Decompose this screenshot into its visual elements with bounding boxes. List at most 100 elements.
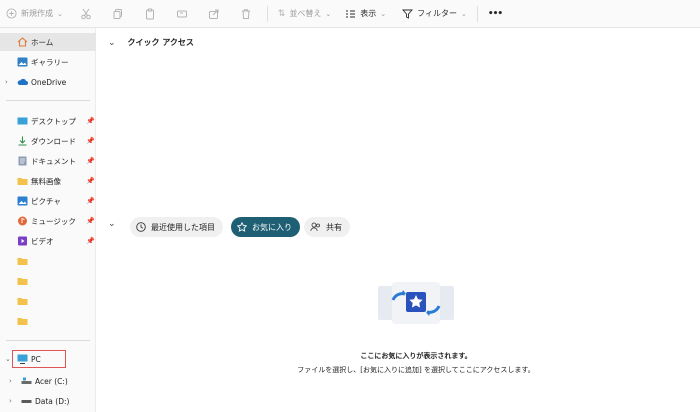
toolbar-divider bbox=[266, 5, 268, 22]
pin-icon[interactable]: 📌 bbox=[86, 157, 95, 165]
sidebar-item-label: ギャラリー bbox=[31, 57, 69, 67]
new-label: 新規作成 bbox=[21, 9, 53, 18]
section-title: クイック アクセス bbox=[127, 38, 194, 47]
sidebar-item-folder[interactable] bbox=[0, 252, 96, 270]
sidebar-item-label: Data (D:) bbox=[35, 396, 70, 406]
tab-favorites[interactable]: お気に入り bbox=[231, 217, 300, 237]
sidebar-item-label: ビデオ bbox=[31, 236, 54, 246]
people-icon bbox=[310, 222, 320, 232]
tab-shared[interactable]: 共有 bbox=[304, 217, 350, 237]
pin-icon[interactable]: 📌 bbox=[86, 117, 95, 125]
sidebar-item-folder[interactable] bbox=[0, 312, 96, 330]
copy-icon[interactable] bbox=[111, 7, 125, 21]
folder-icon bbox=[17, 278, 28, 285]
sidebar-item-label: ドキュメント bbox=[31, 156, 76, 166]
sidebar-item-label: ミュージック bbox=[31, 216, 76, 226]
sidebar-divider bbox=[6, 100, 90, 101]
chevron-down-icon: ⌄ bbox=[380, 9, 387, 18]
sidebar-item-downloads[interactable]: ダウンロード 📌 bbox=[0, 132, 96, 150]
more-icon: ••• bbox=[487, 8, 503, 19]
folder-icon bbox=[17, 258, 28, 265]
delete-icon[interactable] bbox=[239, 7, 253, 21]
sidebar-item-label: ホーム bbox=[31, 37, 54, 47]
sidebar-item-videos[interactable]: ビデオ 📌 bbox=[0, 232, 96, 250]
sidebar-item-free-images[interactable]: 無料画像 📌 bbox=[0, 172, 96, 190]
plus-circle-icon bbox=[6, 8, 17, 19]
sidebar-item-label: デスクトップ bbox=[31, 116, 76, 126]
files-section-toggle[interactable]: ⌄ bbox=[108, 219, 116, 229]
sidebar-item-label: ダウンロード bbox=[31, 136, 76, 146]
sidebar-item-documents[interactable]: ドキュメント 📌 bbox=[0, 152, 96, 170]
command-bar: 新規作成 ⌄ ⇅ 並べ替え ⌄ 表示 ⌄ フィルター ⌄ ••• bbox=[0, 0, 700, 28]
view-button[interactable]: 表示 ⌄ bbox=[345, 8, 386, 19]
chevron-down-icon[interactable]: ⌄ bbox=[108, 219, 116, 229]
sidebar-item-folder[interactable] bbox=[0, 292, 96, 310]
tab-label: 最近使用した項目 bbox=[151, 222, 215, 232]
chevron-down-icon[interactable]: ⌄ bbox=[5, 355, 11, 363]
toolbar-divider bbox=[476, 5, 478, 22]
folder-icon bbox=[17, 318, 28, 325]
main-content: ⌄ クイック アクセス ⌄ 最近使用した項目 お気に入り 共有 ここにお気に入り… bbox=[96, 28, 700, 412]
desktop-icon bbox=[17, 117, 28, 125]
sidebar-item-label: OneDrive bbox=[31, 77, 67, 87]
pin-icon[interactable]: 📌 bbox=[86, 197, 95, 205]
sidebar-item-onedrive[interactable]: › OneDrive bbox=[0, 73, 96, 91]
pin-icon[interactable]: 📌 bbox=[86, 217, 95, 225]
sidebar-item-drive-c[interactable]: › Acer (C:) bbox=[0, 372, 96, 390]
sidebar-item-label: Acer (C:) bbox=[35, 376, 68, 386]
pin-icon[interactable]: 📌 bbox=[86, 137, 95, 145]
video-icon bbox=[18, 236, 27, 246]
folder-icon bbox=[17, 178, 28, 185]
share-icon[interactable] bbox=[207, 7, 221, 21]
clock-icon bbox=[136, 222, 146, 232]
sidebar-item-desktop[interactable]: デスクトップ 📌 bbox=[0, 112, 96, 130]
cut-icon[interactable] bbox=[79, 7, 93, 21]
view-label: 表示 bbox=[360, 9, 377, 18]
chevron-right-icon[interactable]: › bbox=[9, 397, 12, 405]
navigation-pane: ホーム ギャラリー › OneDrive デスクトップ 📌 ダウンロード 📌 ド… bbox=[0, 28, 96, 412]
sidebar-item-pictures[interactable]: ピクチャ 📌 bbox=[0, 192, 96, 210]
sidebar-item-drive-d[interactable]: › Data (D:) bbox=[0, 392, 96, 410]
paste-icon[interactable] bbox=[143, 7, 157, 21]
star-icon bbox=[237, 222, 247, 232]
pictures-icon bbox=[17, 196, 28, 206]
sort-button[interactable]: ⇅ 並べ替え ⌄ bbox=[278, 8, 331, 19]
sort-icon: ⇅ bbox=[277, 8, 286, 19]
tab-label: お気に入り bbox=[252, 222, 292, 232]
home-icon bbox=[17, 37, 28, 47]
chevron-right-icon[interactable]: › bbox=[9, 377, 12, 385]
sidebar-item-home[interactable]: ホーム bbox=[0, 33, 96, 51]
sidebar-item-folder[interactable] bbox=[0, 272, 96, 290]
sidebar-divider bbox=[6, 340, 90, 341]
filter-icon bbox=[402, 9, 414, 19]
tab-label: 共有 bbox=[326, 222, 342, 232]
favorites-illustration-icon bbox=[378, 282, 454, 324]
chevron-down-icon: ⌄ bbox=[461, 9, 467, 18]
sidebar-item-label: ピクチャ bbox=[31, 196, 61, 206]
rename-icon[interactable] bbox=[175, 7, 189, 21]
music-icon bbox=[18, 216, 27, 226]
selection-highlight bbox=[12, 350, 66, 368]
tab-recent[interactable]: 最近使用した項目 bbox=[130, 217, 223, 237]
folder-icon bbox=[17, 298, 28, 305]
chevron-right-icon[interactable]: › bbox=[5, 78, 8, 86]
gallery-icon bbox=[17, 57, 28, 67]
cloud-icon bbox=[17, 78, 28, 85]
filter-label: フィルター bbox=[417, 9, 458, 18]
quick-access-header[interactable]: ⌄ クイック アクセス bbox=[108, 37, 194, 48]
chevron-down-icon[interactable]: ⌄ bbox=[108, 38, 116, 48]
sidebar-item-label: 無料画像 bbox=[31, 176, 61, 186]
new-button[interactable]: 新規作成 ⌄ bbox=[6, 8, 63, 19]
drive-icon bbox=[21, 400, 32, 403]
sidebar-item-gallery[interactable]: ギャラリー bbox=[0, 53, 96, 71]
pin-icon[interactable]: 📌 bbox=[86, 237, 95, 245]
sidebar-item-music[interactable]: ミュージック 📌 bbox=[0, 212, 96, 230]
empty-state-description: ファイルを選択し、[お気に入りに追加] を選択してここにアクセスします。 bbox=[297, 366, 535, 374]
document-icon bbox=[18, 156, 27, 166]
drive-icon bbox=[21, 377, 32, 384]
download-icon bbox=[18, 136, 27, 146]
chevron-down-icon: ⌄ bbox=[325, 9, 332, 18]
pin-icon[interactable]: 📌 bbox=[86, 177, 95, 185]
filter-button[interactable]: フィルター ⌄ bbox=[402, 8, 467, 19]
more-options-button[interactable]: ••• bbox=[487, 8, 503, 19]
